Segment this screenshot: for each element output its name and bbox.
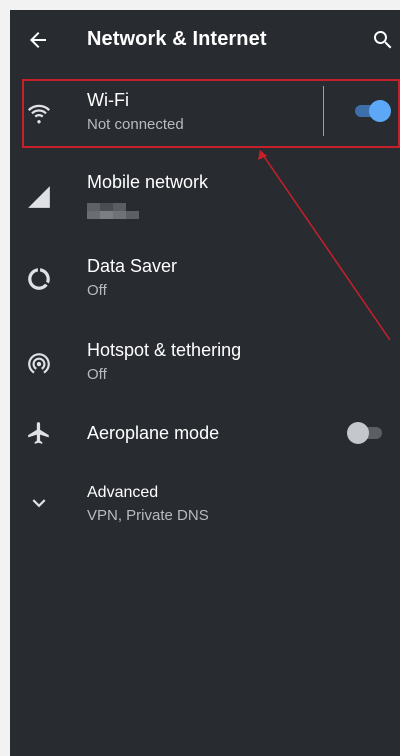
aeroplane-mode-label: Aeroplane mode	[87, 423, 220, 443]
wifi-toggle-thumb	[369, 100, 391, 122]
wifi-status: Not connected	[87, 116, 184, 133]
data-saver-setting-row[interactable]: Data Saver Off	[10, 246, 400, 318]
advanced-summary: VPN, Private DNS	[87, 507, 209, 524]
wifi-toggle[interactable]	[355, 100, 391, 122]
mobile-network-label: Mobile network	[87, 172, 209, 192]
hotspot-setting-row[interactable]: Hotspot & tethering Off	[10, 330, 400, 402]
aeroplane-mode-toggle[interactable]	[347, 422, 382, 444]
mobile-network-carrier-redacted	[87, 203, 139, 219]
advanced-setting-row[interactable]: Advanced VPN, Private DNS	[10, 476, 400, 536]
page-title: Network & Internet	[87, 28, 267, 50]
aeroplane-toggle-thumb	[347, 422, 369, 444]
chevron-down-icon	[26, 490, 52, 516]
data-saver-status: Off	[87, 282, 107, 299]
advanced-label: Advanced	[87, 484, 159, 501]
arrow-back-icon[interactable]	[26, 28, 50, 52]
hotspot-status: Off	[87, 366, 107, 383]
settings-screen: Network & Internet Wi-Fi Not connected M…	[10, 10, 400, 756]
signal-icon	[26, 184, 52, 210]
wifi-setting-row[interactable]: Wi-Fi Not connected	[10, 80, 400, 152]
data-saver-icon	[26, 266, 52, 292]
data-saver-label: Data Saver	[87, 256, 178, 276]
hotspot-label: Hotspot & tethering	[87, 340, 242, 360]
aeroplane-mode-setting-row[interactable]: Aeroplane mode	[10, 410, 400, 456]
search-icon[interactable]	[371, 28, 395, 52]
wifi-row-divider	[323, 86, 324, 136]
wifi-icon	[26, 100, 52, 126]
airplane-icon	[26, 420, 52, 446]
app-bar: Network & Internet	[10, 10, 400, 70]
hotspot-icon	[26, 350, 52, 376]
mobile-network-setting-row[interactable]: Mobile network	[10, 162, 400, 236]
wifi-label: Wi-Fi	[87, 90, 129, 110]
